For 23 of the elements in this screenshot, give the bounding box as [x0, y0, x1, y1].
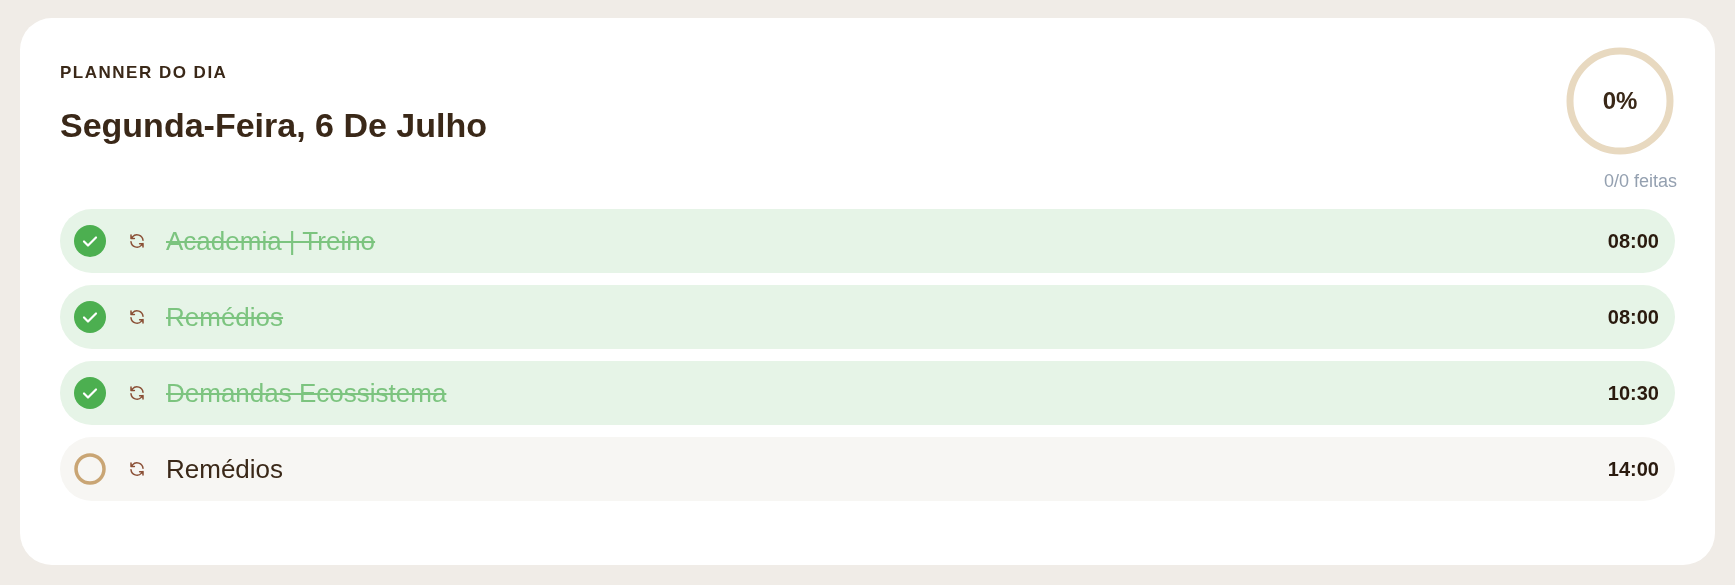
checkbox-checked-icon[interactable] — [74, 377, 106, 409]
progress-caption: 0/0 feitas — [1603, 170, 1677, 193]
repeat-icon — [128, 460, 146, 478]
task-title: Demandas Ecossistema — [166, 376, 448, 410]
task-time: 08:00 — [1607, 229, 1659, 254]
task-time: 14:00 — [1607, 457, 1659, 482]
task-row[interactable]: Academia | Treino 08:00 — [60, 209, 1675, 273]
progress-percent: 0% — [1601, 86, 1639, 116]
date-title: Segunda-Feira, 6 De Julho — [60, 104, 487, 146]
repeat-icon — [128, 384, 146, 402]
task-title: Academia | Treino — [166, 224, 377, 258]
task-time: 10:30 — [1607, 381, 1659, 406]
repeat-icon — [128, 308, 146, 326]
checkbox-checked-icon[interactable] — [74, 301, 106, 333]
task-time: 08:00 — [1607, 305, 1659, 330]
task-row[interactable]: Remédios 08:00 — [60, 285, 1675, 349]
task-title: Remédios — [166, 452, 285, 486]
checkbox-empty-icon[interactable] — [74, 453, 106, 485]
task-title: Remédios — [166, 300, 285, 334]
task-row[interactable]: Demandas Ecossistema 10:30 — [60, 361, 1675, 425]
planner-label: PLANNER DO DIA — [60, 62, 229, 84]
repeat-icon — [128, 232, 146, 250]
checkbox-checked-icon[interactable] — [74, 225, 106, 257]
